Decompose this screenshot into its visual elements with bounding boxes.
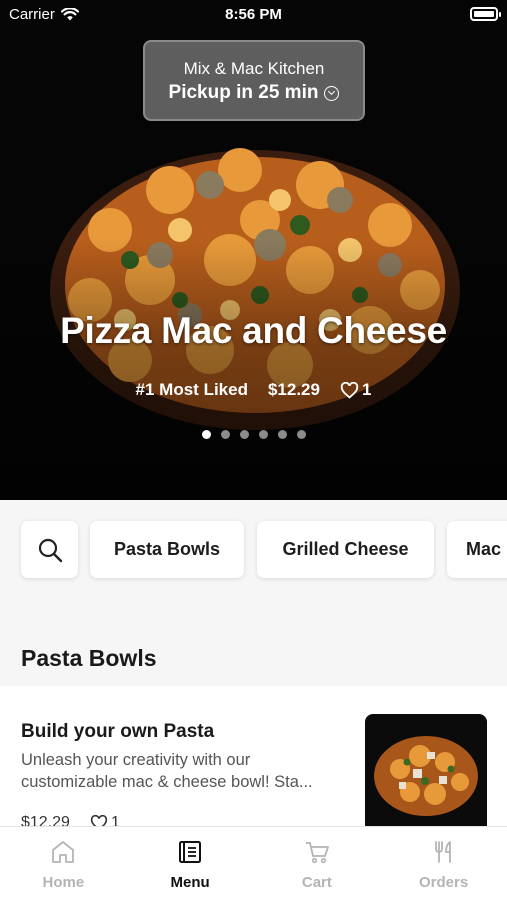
tab-home-label: Home [42, 874, 85, 891]
carousel-dot[interactable] [296, 430, 306, 439]
tab-menu[interactable]: Menu [127, 827, 254, 900]
pickup-time: Pickup in 25 min [145, 82, 363, 104]
cart-icon [305, 842, 329, 864]
search-icon [38, 538, 62, 562]
bottom-tab-bar: Home Menu Cart Orders [0, 826, 507, 900]
hero-likes[interactable]: 1 [340, 380, 371, 400]
chevron-down-circle-icon [324, 85, 340, 101]
carousel-dot[interactable] [258, 430, 268, 439]
hero-gradient [0, 240, 507, 500]
carousel-dot[interactable] [239, 430, 249, 439]
menu-item-name: Build your own Pasta [21, 721, 215, 742]
home-icon [52, 841, 75, 863]
category-chip-grilled-cheese[interactable]: Grilled Cheese [257, 521, 434, 578]
tab-home[interactable]: Home [0, 827, 127, 900]
hero-price: $12.29 [267, 380, 320, 399]
search-button[interactable] [21, 521, 78, 578]
tab-orders-label: Orders [419, 874, 469, 891]
category-chip-pasta-bowls[interactable]: Pasta Bowls [90, 521, 244, 578]
section-title: Pasta Bowls [21, 645, 157, 671]
status-bar: Carrier 8:56 PM [0, 0, 507, 28]
carousel-dots [0, 430, 507, 439]
category-chip-mac[interactable]: Mac [447, 521, 507, 578]
tab-menu-label: Menu [170, 874, 210, 891]
fork-knife-icon [434, 841, 451, 863]
hero-meta: #1 Most Liked $12.29 1 [0, 380, 507, 400]
menu-item-image [365, 714, 487, 836]
hero-badge: #1 Most Liked [135, 380, 248, 399]
hero-likes-count: 1 [361, 380, 372, 399]
heart-icon [340, 381, 359, 399]
store-name: Mix & Mac Kitchen [183, 59, 325, 78]
tab-cart-label: Cart [301, 874, 332, 891]
menu-item-description: Unleash your creativity with our customi… [21, 751, 313, 791]
category-bar: Pasta Bowls Grilled Cheese Mac [0, 500, 507, 600]
hero-title: Pizza Mac and Cheese [60, 310, 447, 351]
carousel-dot[interactable] [220, 430, 230, 439]
menu-book-icon [179, 841, 202, 863]
pickup-selector-button[interactable]: Mix & Mac Kitchen Pickup in 25 min [143, 40, 365, 121]
status-time: 8:56 PM [225, 6, 282, 23]
menu-item-card[interactable]: Build your own Pasta Unleash your creati… [0, 686, 507, 836]
carousel-dot[interactable] [201, 430, 211, 439]
pickup-time-label: Pickup in 25 min [168, 82, 319, 103]
carousel-dot[interactable] [277, 430, 287, 439]
tab-cart[interactable]: Cart [254, 827, 381, 900]
tab-orders[interactable]: Orders [380, 827, 507, 900]
battery-icon [470, 7, 501, 21]
hero-banner[interactable]: Carrier 8:56 PM Mix & Mac Kitchen Pickup… [0, 0, 507, 500]
